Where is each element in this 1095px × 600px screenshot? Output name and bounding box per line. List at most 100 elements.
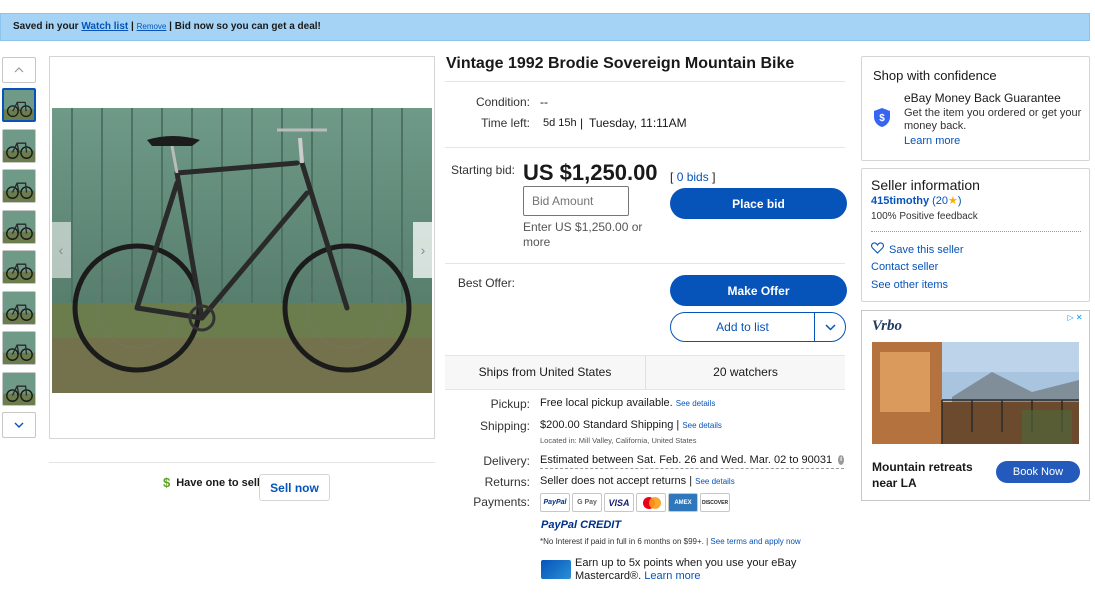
bids-bracket-open: [ xyxy=(670,170,674,184)
bid-amount-input[interactable] xyxy=(523,186,629,216)
seller-name-link[interactable]: 415timothy xyxy=(871,195,929,207)
delivery-value: Estimated between Sat. Feb. 26 and Wed. … xyxy=(540,454,833,466)
previous-image-button[interactable]: ‹ xyxy=(51,222,71,278)
mastercard-learn-more-link[interactable]: Learn more xyxy=(644,570,700,582)
discover-icon: DISCOVER xyxy=(700,493,730,512)
seller-score-open[interactable]: (20 xyxy=(932,195,948,207)
divider xyxy=(445,147,845,148)
shipping-info: $200.00 Standard Shipping | See details xyxy=(540,419,722,431)
thumbnail-item[interactable] xyxy=(2,331,36,365)
visa-icon: VISA xyxy=(604,493,634,512)
shipping-label: Shipping: xyxy=(479,419,530,433)
place-bid-button[interactable]: Place bid xyxy=(670,188,847,219)
watchers-count: 20 watchers xyxy=(713,365,778,379)
time-left-label: Time left: xyxy=(481,116,530,130)
ships-from: Ships from United States xyxy=(478,365,612,379)
divider xyxy=(871,231,1081,232)
bike-photo xyxy=(52,108,432,393)
main-image-viewer[interactable]: ‹ › xyxy=(49,56,435,439)
amex-icon: AMEX xyxy=(668,493,698,512)
pickup-label: Pickup: xyxy=(490,397,530,411)
google-pay-icon: G Pay xyxy=(572,493,602,512)
returns-info: Seller does not accept returns | See det… xyxy=(540,475,735,487)
returns-see-details-link[interactable]: See details xyxy=(695,477,735,486)
delivery-estimate: Estimated between Sat. Feb. 26 and Wed. … xyxy=(540,454,844,469)
thumbnail-item[interactable] xyxy=(2,209,36,244)
thumbnail-photo xyxy=(3,170,35,202)
thumbnail-photo xyxy=(3,251,35,283)
seller-score-close: ) xyxy=(957,195,962,207)
thumbnail-item[interactable] xyxy=(2,371,36,406)
save-seller-row[interactable]: Save this seller xyxy=(871,242,964,257)
thumbnail-photo xyxy=(3,129,35,162)
item-location: Located in: Mill Valley, California, Uni… xyxy=(540,436,697,445)
ad-choices-icon[interactable]: ▷ ✕ xyxy=(1065,313,1085,323)
starting-bid-label: Starting bid: xyxy=(450,163,515,177)
notice-suffix: | Bid now so you can get a deal! xyxy=(169,21,321,32)
divider xyxy=(445,263,845,264)
thumbnail-item[interactable] xyxy=(2,169,36,203)
bids-bracket-close: ] xyxy=(712,170,716,184)
vrbo-logo: Vrbo xyxy=(872,318,903,334)
returns-label: Returns: xyxy=(484,475,530,489)
watch-list-link[interactable]: Watch list xyxy=(81,21,128,32)
seller-identity: 415timothy (20★) xyxy=(871,194,962,207)
bid-hint: Enter US $1,250.00 or more xyxy=(523,220,643,249)
thumbnail-scroll-down-button[interactable] xyxy=(2,412,36,438)
thumbnail-scroll-up-button[interactable] xyxy=(2,57,36,83)
mastercard-offer: Earn up to 5x points when you use your e… xyxy=(575,557,815,583)
bids-link[interactable]: 0 bids xyxy=(677,170,709,184)
bids-count: [ 0 bids ] xyxy=(670,170,715,184)
remove-link[interactable]: Remove xyxy=(137,22,167,31)
heart-icon xyxy=(871,242,884,257)
ad-image xyxy=(872,342,1079,444)
book-now-button[interactable]: Book Now xyxy=(996,461,1080,483)
watch-notice-bar: Saved in your Watch list | Remove | Bid … xyxy=(0,13,1090,41)
pickup-see-details-link[interactable]: See details xyxy=(676,399,716,408)
sell-now-button[interactable]: Sell now xyxy=(259,474,330,501)
seller-information-panel: Seller information 415timothy (20★) 100%… xyxy=(861,168,1090,302)
returns-value: Seller does not accept returns | xyxy=(540,475,693,487)
thumbnail-item[interactable] xyxy=(2,290,36,325)
thumbnail-item[interactable] xyxy=(2,128,36,163)
payments-label: Payments: xyxy=(473,495,530,509)
thumbnail-photo xyxy=(3,372,35,405)
next-image-button[interactable]: › xyxy=(413,222,433,278)
add-to-list-control: Add to list xyxy=(670,312,846,342)
sell-prompt-text: Have one to sell? xyxy=(176,476,267,489)
guarantee-text: Get the item you ordered or get your mon… xyxy=(904,107,1082,132)
guarantee-title: eBay Money Back Guarantee xyxy=(904,91,1061,105)
add-to-list-dropdown[interactable] xyxy=(814,313,845,341)
thumbnail-item[interactable] xyxy=(2,88,36,122)
save-seller-link[interactable]: Save this seller xyxy=(889,244,964,256)
listing-title: Vintage 1992 Brodie Sovereign Mountain B… xyxy=(446,55,795,72)
make-offer-button[interactable]: Make Offer xyxy=(670,275,847,306)
credit-terms-link[interactable]: See terms and apply now xyxy=(710,537,800,546)
thumbnail-photo xyxy=(3,210,35,243)
thumbnail-photo xyxy=(3,332,35,364)
shipping-see-details-link[interactable]: See details xyxy=(682,421,722,430)
mastercard-card-icon xyxy=(541,560,571,579)
delivery-label: Delivery: xyxy=(483,454,530,468)
paypal-icon: PayPal xyxy=(540,493,570,512)
credit-note: *No Interest if paid in full in 6 months… xyxy=(540,537,801,546)
guarantee-learn-more-link[interactable]: Learn more xyxy=(904,135,960,147)
condition-label: Condition: xyxy=(475,95,530,109)
chevron-right-icon: › xyxy=(420,242,426,258)
vrbo-advertisement[interactable]: Vrbo ▷ ✕ Mountain retreats near LA Book … xyxy=(861,310,1090,501)
shop-with-confidence-panel: Shop with confidence $ eBay Money Back G… xyxy=(861,56,1090,161)
thumbnail-item[interactable] xyxy=(2,250,36,284)
add-to-list-button[interactable]: Add to list xyxy=(671,320,814,334)
notice-prefix: Saved in your xyxy=(13,21,79,32)
info-icon[interactable]: i xyxy=(838,455,844,465)
contact-seller-link[interactable]: Contact seller xyxy=(871,261,938,273)
shield-icon: $ xyxy=(873,107,891,133)
see-other-items-link[interactable]: See other items xyxy=(871,279,948,291)
chevron-up-icon xyxy=(14,64,24,76)
shipping-price: $200.00 xyxy=(540,419,580,431)
seller-info-title: Seller information xyxy=(871,177,980,193)
chevron-down-icon xyxy=(14,419,24,431)
best-offer-label: Best Offer: xyxy=(457,276,515,290)
end-time: Tuesday, 11:11AM xyxy=(589,116,687,130)
current-price: US $1,250.00 xyxy=(523,160,658,185)
